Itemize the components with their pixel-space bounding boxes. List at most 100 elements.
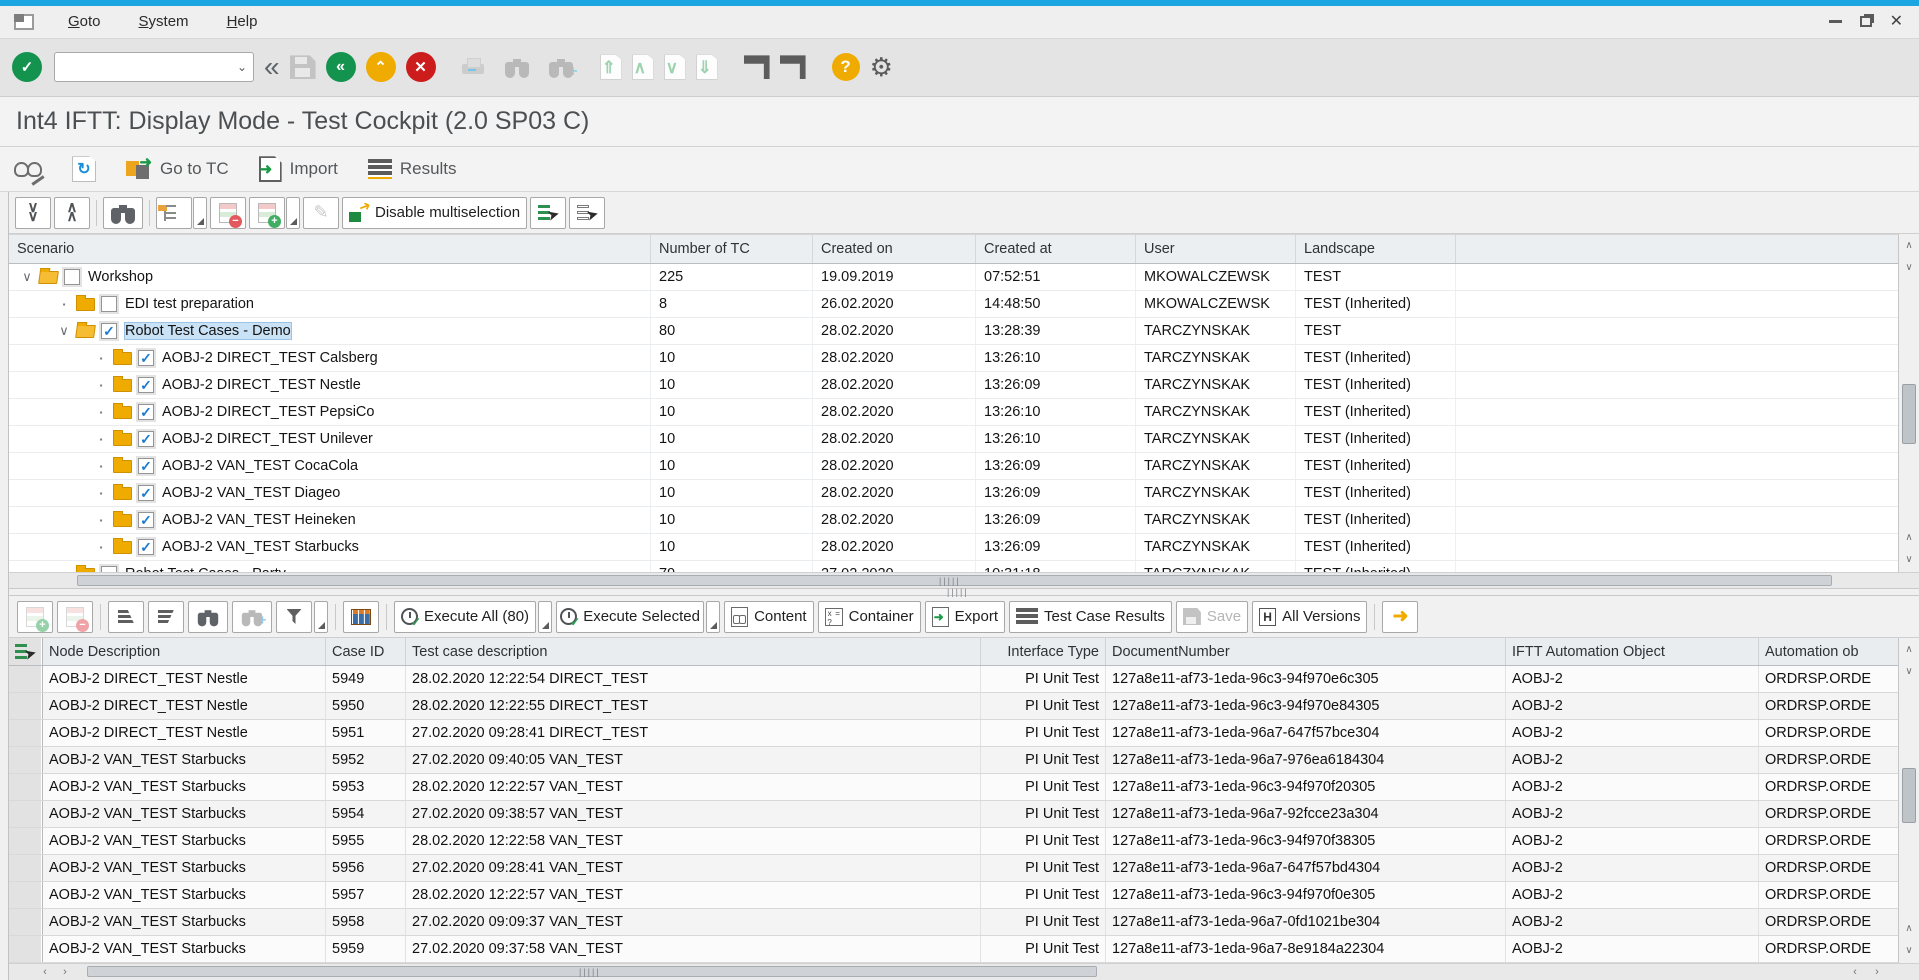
table-row[interactable]: AOBJ-2 VAN_TEST Starbucks595728.02.2020 … (9, 882, 1898, 909)
scenario-label[interactable]: AOBJ-2 DIRECT_TEST Nestle (162, 377, 361, 393)
tree-column-header[interactable]: Created at (976, 235, 1136, 263)
tree-column-header[interactable]: User (1136, 235, 1296, 263)
row-selector-cell[interactable] (9, 720, 43, 746)
content-button[interactable]: Content (724, 601, 814, 633)
table-column-header[interactable]: Test case description (406, 638, 981, 665)
table-row[interactable]: AOBJ-2 DIRECT_TEST Nestle595127.02.2020 … (9, 720, 1898, 747)
scenario-label[interactable]: AOBJ-2 DIRECT_TEST Calsberg (162, 350, 378, 366)
tree-row[interactable]: ▪✓AOBJ-2 VAN_TEST Heineken1028.02.202013… (9, 507, 1898, 534)
execute-all-button[interactable]: Execute All (80) (394, 601, 536, 633)
row-selector-cell[interactable] (9, 855, 43, 881)
table-row[interactable]: AOBJ-2 VAN_TEST Starbucks595827.02.2020 … (9, 909, 1898, 936)
refresh-button[interactable]: ↻ (72, 156, 96, 182)
expand-all-button[interactable]: ∨∨ (15, 197, 51, 229)
command-field[interactable] (61, 59, 237, 75)
scenario-checkbox[interactable]: ✓ (138, 485, 154, 501)
sort-ascending-button[interactable] (108, 601, 144, 633)
table-vertical-scrollbar[interactable]: ∧ ∨ ∧ ∨ (1898, 638, 1919, 963)
scenario-checkbox[interactable]: ✓ (101, 323, 117, 339)
tree-row[interactable]: ▪✓AOBJ-2 DIRECT_TEST Nestle1028.02.20201… (9, 372, 1898, 399)
display-change-button[interactable] (14, 158, 42, 180)
customize-layout-icon[interactable]: ⚙ (870, 54, 893, 80)
create-shortcut-icon[interactable]: ★ (744, 55, 770, 79)
tree-row[interactable]: ▪EDI test preparation826.02.202014:48:50… (9, 291, 1898, 318)
menu-system[interactable]: System (127, 9, 201, 34)
table-column-header[interactable]: Node Description (43, 638, 326, 665)
panel-splitter[interactable]: ||||| (9, 588, 1919, 596)
insert-row-dropdown[interactable] (286, 197, 300, 229)
table-scroll-down2-icon[interactable]: ∨ (1901, 943, 1917, 959)
table-scroll-down-icon[interactable]: ∨ (1901, 664, 1917, 680)
sap-system-menu-icon[interactable] (14, 14, 34, 30)
row-selector-cell[interactable] (9, 801, 43, 827)
scenario-label[interactable]: AOBJ-2 DIRECT_TEST PepsiCo (162, 404, 374, 420)
back-button[interactable]: « (326, 52, 356, 82)
table-view-button[interactable] (343, 601, 379, 633)
test-case-results-button[interactable]: Test Case Results (1009, 601, 1172, 633)
results-button[interactable]: Results (368, 159, 457, 179)
help-button[interactable]: ? (832, 53, 860, 81)
scenario-label[interactable]: AOBJ-2 VAN_TEST Diageo (162, 485, 340, 501)
tree-row[interactable]: ▪✓AOBJ-2 VAN_TEST Starbucks1028.02.20201… (9, 534, 1898, 561)
table-row[interactable]: AOBJ-2 DIRECT_TEST Nestle595028.02.2020 … (9, 693, 1898, 720)
scenario-checkbox[interactable]: ✓ (138, 350, 154, 366)
table-row[interactable]: AOBJ-2 VAN_TEST Starbucks595627.02.2020 … (9, 855, 1898, 882)
tree-scroll-down2-icon[interactable]: ∨ (1901, 552, 1917, 568)
menu-help[interactable]: Help (215, 9, 270, 34)
table-row[interactable]: AOBJ-2 DIRECT_TEST Nestle594928.02.2020 … (9, 666, 1898, 693)
selection-column-header[interactable]: ➤ (9, 638, 43, 665)
table-row[interactable]: AOBJ-2 VAN_TEST Starbucks595427.02.2020 … (9, 801, 1898, 828)
scenario-checkbox[interactable]: ✓ (138, 512, 154, 528)
scenario-checkbox[interactable]: ✓ (138, 458, 154, 474)
tree-row[interactable]: ▪✓AOBJ-2 VAN_TEST CocaCola1028.02.202013… (9, 453, 1898, 480)
tree-scroll-up-icon[interactable]: ∧ (1901, 238, 1917, 254)
row-selector-cell[interactable] (9, 936, 43, 962)
table-row[interactable]: AOBJ-2 VAN_TEST Starbucks595927.02.2020 … (9, 936, 1898, 963)
go-to-tc-button[interactable]: ➜ Go to TC (126, 157, 229, 181)
table-hscroll-grip[interactable]: ||||| (579, 967, 601, 977)
export-button[interactable]: Export (925, 601, 1005, 633)
disable-multiselection-button[interactable]: Disable multiselection (342, 197, 527, 229)
tree-scroll-up2-icon[interactable]: ∧ (1901, 530, 1917, 546)
tree-horizontal-scrollbar[interactable]: ||||| (9, 572, 1919, 588)
scenario-label[interactable]: EDI test preparation (125, 296, 254, 312)
row-selector-cell[interactable] (9, 774, 43, 800)
table-row[interactable]: AOBJ-2 VAN_TEST Starbucks595528.02.2020 … (9, 828, 1898, 855)
table-hscroll-right2-icon[interactable]: › (1869, 965, 1885, 979)
table-row[interactable]: AOBJ-2 VAN_TEST Starbucks595328.02.2020 … (9, 774, 1898, 801)
filter-button[interactable] (276, 601, 312, 633)
scenario-label[interactable]: AOBJ-2 DIRECT_TEST Unilever (162, 431, 373, 447)
tree-row[interactable]: ∨Workshop22519.09.201907:52:51MKOWALCZEW… (9, 264, 1898, 291)
maximize-icon[interactable] (1860, 16, 1872, 27)
row-selector-cell[interactable] (9, 693, 43, 719)
close-icon[interactable]: ✕ (1890, 14, 1903, 30)
execute-all-dropdown[interactable] (538, 601, 552, 633)
scenario-checkbox[interactable]: ✓ (138, 431, 154, 447)
row-selector-cell[interactable] (9, 882, 43, 908)
scenario-checkbox[interactable] (64, 269, 80, 285)
filter-dropdown[interactable] (314, 601, 328, 633)
table-column-header[interactable]: Automation ob (1759, 638, 1898, 665)
table-scroll-up-icon[interactable]: ∧ (1901, 642, 1917, 658)
table-find-button[interactable] (188, 601, 228, 633)
deselect-all-button[interactable]: ➤ (569, 197, 605, 229)
scenario-label[interactable]: AOBJ-2 VAN_TEST Heineken (162, 512, 356, 528)
all-versions-button[interactable]: H All Versions (1252, 601, 1367, 633)
tree-column-header[interactable]: Number of TC (651, 235, 813, 263)
tree-row[interactable]: ▪✓AOBJ-2 DIRECT_TEST PepsiCo1028.02.2020… (9, 399, 1898, 426)
scenario-label[interactable]: AOBJ-2 VAN_TEST Starbucks (162, 539, 359, 555)
row-selector-cell[interactable] (9, 666, 43, 692)
tree-row[interactable]: ∨✓Robot Test Cases - Demo8028.02.202013:… (9, 318, 1898, 345)
collapse-node-icon[interactable]: ∨ (56, 323, 72, 339)
collapse-all-button[interactable]: ∧∧ (54, 197, 90, 229)
gui-jump-icon[interactable]: ↱ (780, 55, 806, 79)
table-column-header[interactable]: IFTT Automation Object (1506, 638, 1759, 665)
delete-row-button[interactable]: − (210, 197, 246, 229)
tree-column-header[interactable]: Landscape (1296, 235, 1456, 263)
select-all-button[interactable]: ➤ (530, 197, 566, 229)
tree-row[interactable]: ▪✓AOBJ-2 VAN_TEST Diageo1028.02.202013:2… (9, 480, 1898, 507)
table-row[interactable]: AOBJ-2 VAN_TEST Starbucks595227.02.2020 … (9, 747, 1898, 774)
hierarchy-dropdown[interactable] (193, 197, 207, 229)
tree-hscroll-grip[interactable]: ||||| (939, 576, 961, 586)
collapse-commandbar-icon[interactable]: « (264, 53, 280, 81)
